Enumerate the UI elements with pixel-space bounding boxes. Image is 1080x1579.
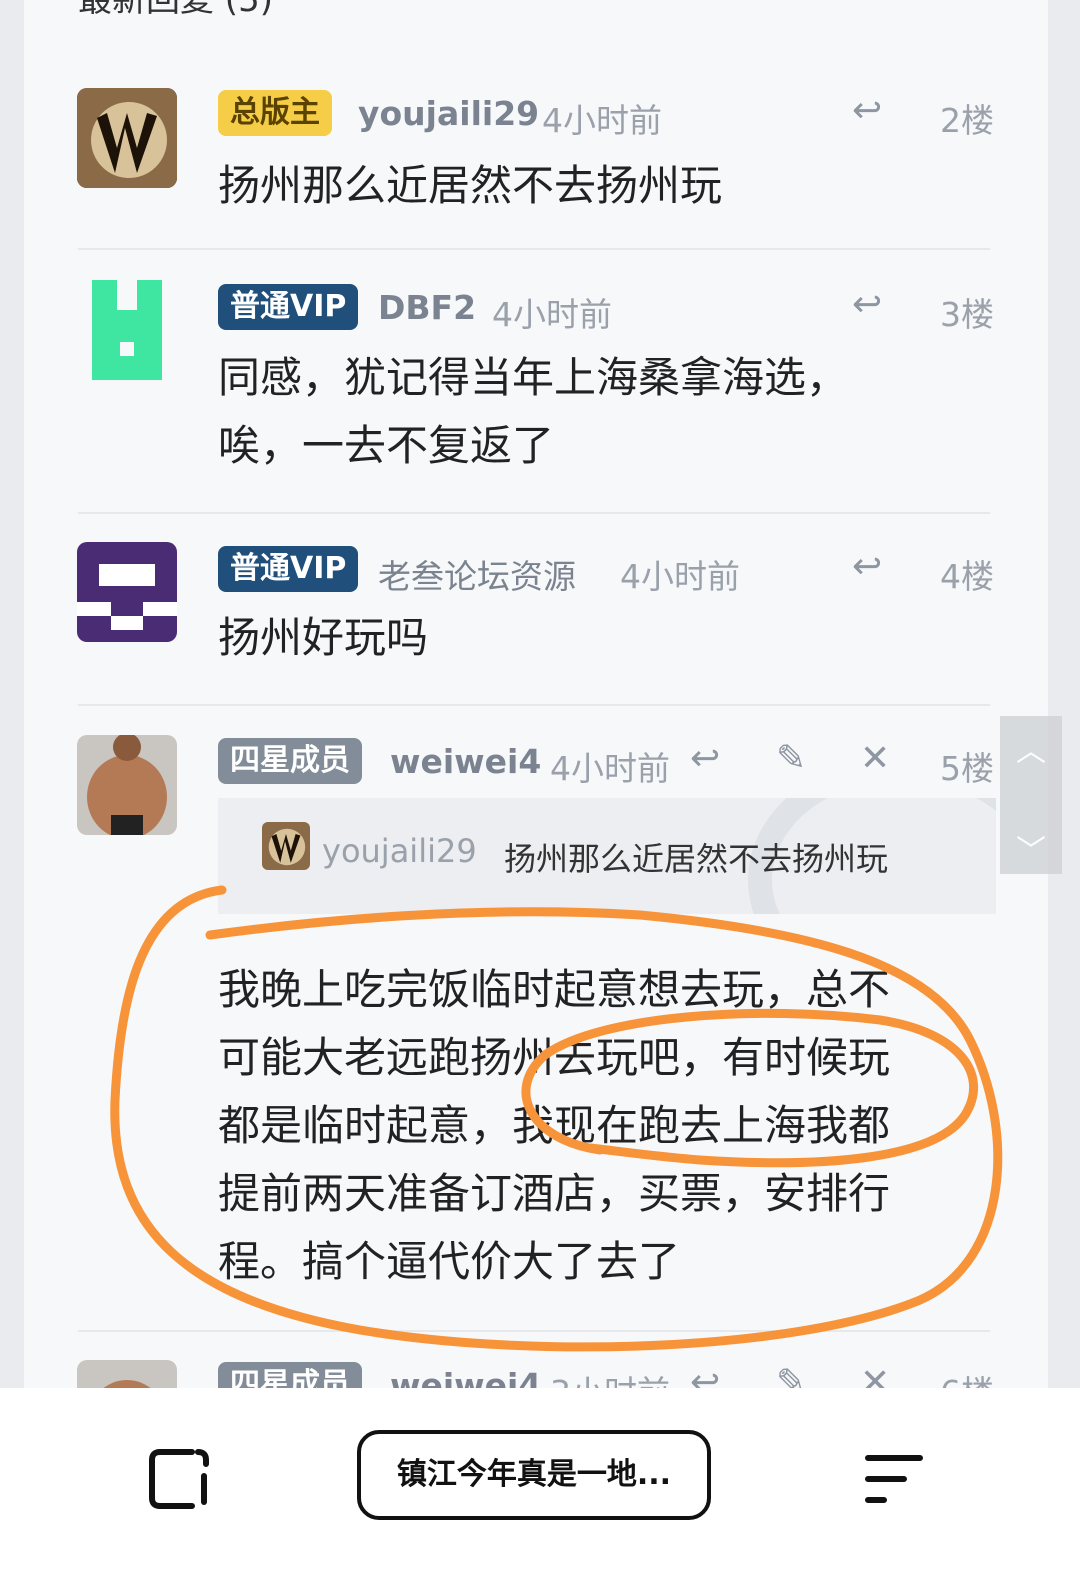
username[interactable]: weiwei4	[390, 742, 541, 781]
post-time: 4小时前	[492, 295, 612, 334]
quote-avatar	[262, 822, 310, 870]
post-content: 同感，犹记得当年上海桑拿海选， 唉，一去不复返了	[218, 344, 848, 480]
username[interactable]: DBF2	[378, 288, 476, 327]
divider	[78, 1330, 990, 1332]
post-line: 同感，犹记得当年上海桑拿海选，	[218, 353, 849, 402]
post-content: 我晚上吃完饭临时起意想去玩，总不 可能大老远跑扬州去玩吧，有时候玩 都是临时起意…	[218, 956, 890, 1296]
floor-number: 4楼	[940, 557, 994, 596]
post-line: 都是临时起意，我现在跑去上海我都	[218, 1101, 891, 1150]
post-line: 唉，一去不复返了	[218, 421, 555, 470]
role-badge: 普通VIP	[218, 546, 359, 592]
username[interactable]: 老叁论坛资源	[378, 550, 576, 598]
avatar[interactable]	[77, 280, 177, 380]
reply-arrow-icon[interactable]: ↩	[852, 546, 882, 587]
reply-arrow-icon[interactable]: ↩	[852, 90, 882, 131]
reply-arrow-icon[interactable]: ↩	[852, 284, 882, 325]
avatar[interactable]	[77, 735, 177, 835]
divider	[78, 512, 990, 514]
edit-icon[interactable]: ✎	[776, 738, 806, 779]
post-line: 程。搞个逼代价大了去了	[218, 1237, 681, 1286]
role-badge: 四星成员	[218, 738, 362, 784]
post-line: 我晚上吃完饭临时起意想去玩，总不	[218, 965, 891, 1014]
reply-arrow-icon[interactable]: ↩	[690, 738, 720, 779]
quote-username: youjaili29	[322, 832, 477, 870]
divider	[78, 704, 990, 706]
floor-number: 3楼	[940, 295, 994, 334]
bottom-bar: 镇江今年真是一地...	[0, 1388, 1080, 1579]
window-icon[interactable]	[146, 1446, 212, 1512]
post-time: 4小时前	[542, 101, 662, 140]
post-content: 扬州好玩吗	[218, 613, 429, 662]
floor-number: 5楼	[940, 749, 994, 788]
post-line: 提前两天准备订酒店，买票，安排行	[218, 1169, 891, 1218]
post-time: 4小时前	[550, 749, 670, 788]
page-scroller[interactable]: ︿ ﹀	[1000, 716, 1062, 874]
tab-title-button[interactable]: 镇江今年真是一地...	[357, 1430, 711, 1520]
quote-text: 扬州那么近居然不去扬州玩	[504, 840, 889, 878]
role-badge: 普通VIP	[218, 284, 359, 330]
username[interactable]: youjaili29	[358, 94, 539, 133]
post-line: 可能大老远跑扬州去玩吧，有时候玩	[218, 1033, 891, 1082]
post-time: 4小时前	[620, 557, 740, 596]
divider	[78, 248, 990, 250]
role-badge: 总版主	[218, 90, 332, 136]
close-icon[interactable]: ✕	[860, 738, 890, 779]
menu-icon[interactable]	[864, 1452, 924, 1506]
avatar[interactable]	[77, 542, 177, 642]
section-title: 最新回复 (5)	[78, 0, 273, 20]
quoted-reply[interactable]: youjaili29 扬州那么近居然不去扬州玩	[218, 798, 996, 914]
floor-number: 2楼	[940, 101, 994, 140]
chevron-down-icon[interactable]: ﹀	[1016, 826, 1046, 870]
chevron-up-icon[interactable]: ︿	[1016, 726, 1046, 770]
avatar[interactable]	[77, 88, 177, 188]
post-content: 扬州那么近居然不去扬州玩	[218, 161, 723, 210]
